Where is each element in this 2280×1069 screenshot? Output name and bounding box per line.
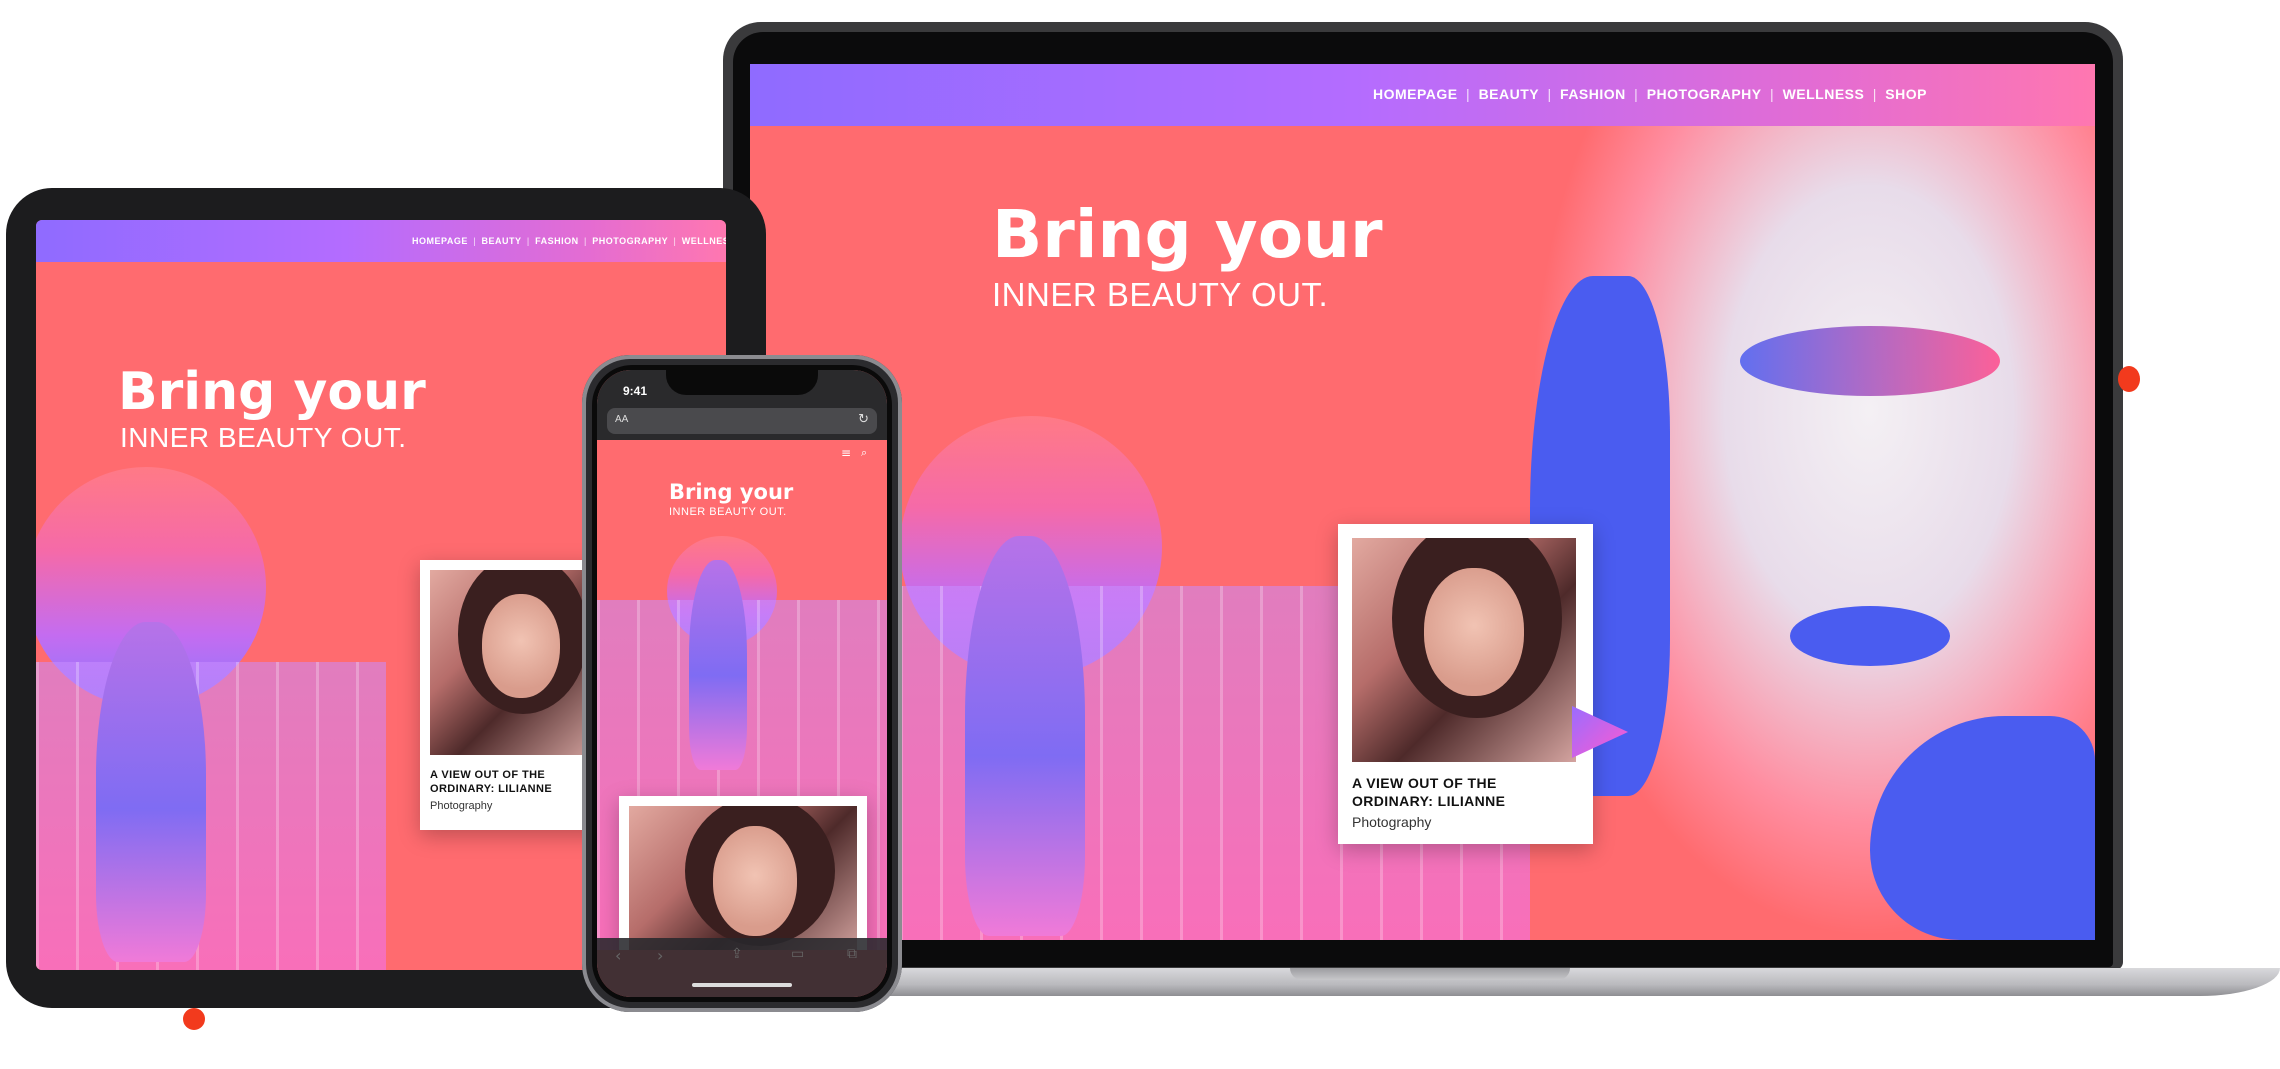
article-category: Photography [430,800,493,812]
laptop-screen: HOMEPAGE | BEAUTY | FASHION | PHOTOGRAPHY | … [750,64,2095,940]
nav-separator: | [584,236,587,246]
nav-separator: | [1770,86,1775,102]
nav-separator: | [1547,86,1552,102]
bookmarks-icon[interactable]: ▭ [791,946,804,962]
reload-icon[interactable]: ↻ [858,412,869,427]
tablet-nav: HOMEPAGE | BEAUTY | FASHION | PHOTOGRAPHY | … [412,236,726,246]
nav-item-fashion[interactable]: FASHION [1560,86,1626,102]
home-indicator [692,983,792,987]
nav-item-beauty[interactable]: BEAUTY [481,236,521,246]
woman-figure-image [96,622,206,962]
nav-separator: | [1466,86,1471,102]
article-title-line1: A VIEW OUT OF THE [430,769,546,781]
hero-title: Bring your [669,480,794,504]
forward-icon[interactable]: › [657,946,663,965]
nav-separator: | [1634,86,1639,102]
nav-item-beauty[interactable]: BEAUTY [1479,86,1540,102]
article-title: A VIEW OUT OF THE ORDINARY: LILIANNE [430,768,552,797]
hero-title: Bring your [118,362,426,422]
address-bar[interactable]: AA ↻ [607,408,877,434]
hero-section: ≡ ⌕ Bring your INNER BEAUTY OUT. [597,440,887,950]
hero-subtitle: INNER BEAUTY OUT. [669,506,787,518]
article-photo [629,806,857,950]
article-photo [430,570,600,755]
nav-separator: | [473,236,477,246]
nav-item-shop[interactable]: SHOP [1885,86,1927,102]
nav-item-photography[interactable]: PHOTOGRAPHY [1647,86,1762,102]
beauty-portrait-image [1530,126,2095,940]
nav-item-wellness[interactable]: WELLNESS [1783,86,1865,102]
woman-figure-image [965,536,1085,936]
article-title-line1: A VIEW OUT OF THE [1352,775,1497,791]
lips [1790,606,1950,666]
text-size-button[interactable]: AA [615,414,628,425]
phone-notch [666,365,818,395]
face-shape [1424,568,1524,696]
nav-item-wellness[interactable]: WELLNESS [682,236,726,246]
browser-toolbar: ‹ › ⇪ ▭ ⧉ [597,938,887,997]
nav-separator: | [1872,86,1877,102]
nav-item-fashion[interactable]: FASHION [535,236,579,246]
back-icon[interactable]: ‹ [615,946,621,965]
article-card[interactable] [619,796,867,950]
share-icon[interactable]: ⇪ [731,946,743,962]
painted-hand-right [1870,716,2095,940]
face-shape [713,826,797,936]
article-title: A VIEW OUT OF THE ORDINARY: LILIANNE [1352,774,1505,810]
nav-item-photography[interactable]: PHOTOGRAPHY [592,236,668,246]
nav-item-homepage[interactable]: HOMEPAGE [412,236,468,246]
tabs-icon[interactable]: ⧉ [847,946,857,962]
article-card[interactable]: A VIEW OUT OF THE ORDINARY: LILIANNE Pho… [1338,524,1593,844]
article-photo [1352,538,1576,762]
search-icon[interactable]: ⌕ [861,446,867,460]
laptop-hinge-notch [1290,968,1570,980]
play-arrow-icon[interactable] [1570,704,1630,760]
article-category: Photography [1352,814,1432,830]
status-time: 9:41 [623,384,648,398]
nav-separator: | [673,236,677,246]
article-title-line2: ORDINARY: LILIANNE [430,783,553,796]
hero-section: Bring your INNER BEAUTY OUT. A VIEW OUT … [750,126,2095,940]
eye-makeup [1740,326,2000,396]
main-nav: HOMEPAGE | BEAUTY | FASHION | PHOTOGRAPHY | … [1373,86,1927,102]
hero-title: Bring your [992,196,1383,273]
hero-subtitle: INNER BEAUTY OUT. [120,422,407,453]
hero-subtitle: INNER BEAUTY OUT. [992,276,1329,313]
accent-dot [2118,366,2140,392]
nav-separator: | [526,236,530,246]
railing-image [36,662,386,970]
accent-dot [183,1008,205,1030]
phone-screen: 9:41 AA ↻ ≡ ⌕ Bring your INNER BEAUTY OU… [597,370,887,997]
face-shape [482,594,560,698]
hamburger-icon[interactable]: ≡ [841,446,851,460]
article-title-line2: ORDINARY: LILIANNE [1352,793,1506,810]
nav-item-homepage[interactable]: HOMEPAGE [1373,86,1458,102]
woman-figure-image [689,560,747,770]
